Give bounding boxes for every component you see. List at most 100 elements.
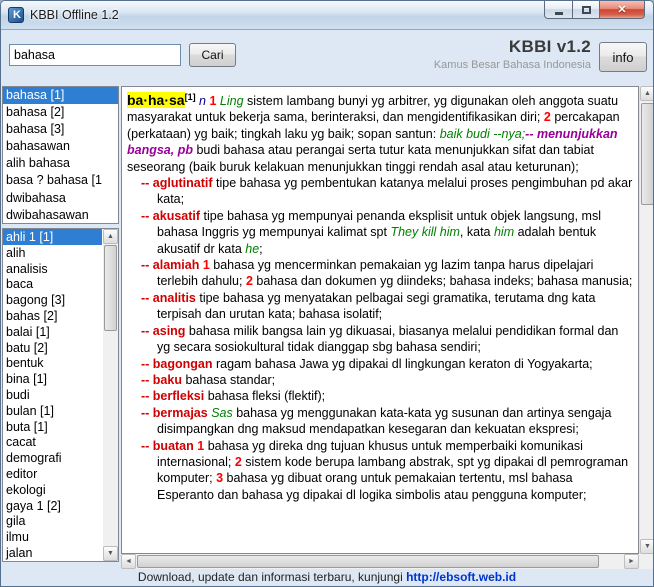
- definition-scrollbar-vertical[interactable]: ▲ ▼: [639, 86, 653, 554]
- subentry-paragraph: -- akusatif tipe bahasa yg mempunyai pen…: [127, 208, 633, 257]
- list-item[interactable]: batu [2]: [3, 340, 102, 356]
- seg-example: him: [493, 225, 515, 240]
- list-item[interactable]: ilmu: [3, 529, 102, 545]
- definition-panel[interactable]: ba·ha·sa[1] n 1 Ling sistem lambang buny…: [121, 86, 639, 554]
- subentry-paragraph: -- analitis tipe bahasa yg menyatakan pe…: [127, 290, 633, 323]
- seg-pos: n: [195, 94, 210, 108]
- seg-subhead: -- baku: [141, 372, 182, 387]
- list-item[interactable]: bentuk: [3, 355, 102, 371]
- scrollbar-corner: [639, 554, 653, 569]
- list-item[interactable]: balai [1]: [3, 324, 102, 340]
- seg-num: 1: [202, 258, 214, 273]
- list-item[interactable]: bulan [1]: [3, 403, 102, 419]
- list-item[interactable]: gila: [3, 513, 102, 529]
- list-item[interactable]: buta [1]: [3, 419, 102, 435]
- definition-scrollbar-horizontal[interactable]: ◄ ►: [121, 554, 639, 569]
- list-item[interactable]: dwibahasa: [3, 190, 118, 207]
- list-item[interactable]: bahasa [2]: [3, 104, 118, 121]
- footer: Download, update dan informasi terbaru, …: [1, 570, 653, 584]
- list-item[interactable]: editor: [3, 466, 102, 482]
- list-item[interactable]: bahasa [1]: [3, 87, 118, 105]
- search-input[interactable]: [9, 44, 181, 66]
- seg-subhead: -- asing: [141, 323, 186, 338]
- list-item[interactable]: cacat: [3, 434, 102, 450]
- scroll-left-icon[interactable]: ◄: [121, 554, 136, 569]
- seg-example: They kill him: [390, 225, 460, 240]
- scroll-right-icon[interactable]: ►: [624, 554, 639, 569]
- seg-label: Ling: [219, 94, 248, 108]
- seg-plain: bahasa milik bangsa lain yg dikuasai, bi…: [157, 323, 619, 355]
- subentry-paragraph: -- baku bahasa standar;: [127, 372, 633, 388]
- list-item[interactable]: analisis: [3, 261, 102, 277]
- list-item[interactable]: budi: [3, 387, 102, 403]
- app-title: KBBI v1.2: [508, 37, 591, 56]
- secondary-list-items: ahli 1 [1] alih analisis baca bagong [3] baha…: [3, 229, 102, 561]
- subentry-paragraph: -- buatan 1 bahasa yg direka dng tujuan …: [127, 438, 633, 504]
- app-subtitle: Kamus Besar Bahasa Indonesia: [433, 59, 591, 71]
- list-item[interactable]: bina [1]: [3, 371, 102, 387]
- list-item[interactable]: alih bahasa: [3, 155, 118, 172]
- seg-plain: , kata: [459, 225, 494, 240]
- list-item[interactable]: basa ? bahasa [1: [3, 172, 118, 189]
- info-button[interactable]: info: [599, 42, 647, 72]
- seg-num: 1: [209, 94, 220, 108]
- secondary-list-scrollbar[interactable]: ▲ ▼: [103, 229, 118, 561]
- list-item[interactable]: baca: [3, 276, 102, 292]
- close-button[interactable]: ✕: [600, 1, 645, 19]
- seg-plain: bahasa fleksi (flektif);: [204, 389, 326, 404]
- app-icon: [8, 7, 24, 23]
- scroll-down-icon[interactable]: ▼: [103, 546, 118, 561]
- primary-list-items: bahasa [1] bahasa [2] bahasa [3] bahasawan a…: [3, 87, 118, 223]
- footer-link[interactable]: http://ebsoft.web.id: [406, 570, 516, 584]
- brand-block: KBBI v1.2 Kamus Besar Bahasa Indonesia: [434, 37, 591, 71]
- subentry-paragraph: -- bagongan ragam bahasa Jawa yg dipakai…: [127, 356, 633, 372]
- list-item[interactable]: ekologi: [3, 482, 102, 498]
- list-item[interactable]: gaya 1 [2]: [3, 498, 102, 514]
- window-controls: ✕: [544, 1, 645, 19]
- seg-subhead: -- akusatif: [141, 208, 201, 223]
- seg-plain: bahasa standar;: [181, 372, 276, 387]
- minimize-button[interactable]: [544, 1, 573, 19]
- seg-plain: tipe bahasa yg pembentukan katanya melal…: [157, 176, 633, 207]
- seg-num: 2: [245, 274, 257, 289]
- scroll-down-icon[interactable]: ▼: [640, 539, 653, 554]
- list-item[interactable]: bahasawan: [3, 138, 118, 155]
- titlebar[interactable]: KBBI Offline 1.2 ✕: [1, 1, 653, 30]
- secondary-list-scrollbar-thumb[interactable]: [104, 245, 117, 331]
- seg-example: he: [245, 241, 260, 256]
- subentry-paragraph: -- alamiah 1 bahasa yg mencerminkan pema…: [127, 257, 633, 290]
- definition-scrollbar-thumb[interactable]: [641, 103, 653, 205]
- seg-plain: tipe bahasa yg menyatakan pelbagai segi …: [157, 290, 596, 322]
- list-item[interactable]: bahasa [3]: [3, 121, 118, 138]
- list-item[interactable]: dwibahasawan: [3, 207, 118, 223]
- seg-label: Sas: [211, 405, 237, 420]
- seg-num: 2: [234, 454, 246, 469]
- list-item[interactable]: bagong [3]: [3, 292, 102, 308]
- seg-example: baik budi --nya;: [439, 126, 526, 141]
- seg-num: 2: [543, 110, 555, 125]
- definition-paragraph: ba·ha·sa[1] n 1 Ling sistem lambang buny…: [127, 89, 633, 175]
- seg-subhead: -- buatan: [141, 438, 194, 453]
- seg-subhead: -- aglutinatif: [141, 176, 213, 191]
- primary-list[interactable]: bahasa [1] bahasa [2] bahasa [3] bahasawan a…: [2, 86, 119, 224]
- list-item[interactable]: bahas [2]: [3, 308, 102, 324]
- seg-subhead: -- berfleksi: [141, 389, 205, 404]
- seg-subhead: -- alamiah: [141, 258, 200, 273]
- seg-plain: budi bahasa atau perangai serta tutur ka…: [127, 143, 594, 174]
- list-item[interactable]: ahli 1 [1]: [3, 229, 102, 245]
- scroll-up-icon[interactable]: ▲: [103, 229, 118, 244]
- seg-num: 3: [216, 471, 227, 486]
- definition-hscrollbar-thumb[interactable]: [137, 555, 599, 568]
- scroll-up-icon[interactable]: ▲: [640, 86, 653, 101]
- secondary-list[interactable]: ahli 1 [1] alih analisis baca bagong [3] baha…: [2, 228, 119, 562]
- list-item[interactable]: jalan: [3, 545, 102, 561]
- window-title: KBBI Offline 1.2: [30, 8, 119, 22]
- app-window: KBBI Offline 1.2 ✕ Cari KBBI v1.2 Kamus …: [0, 0, 654, 587]
- close-icon: ✕: [617, 4, 627, 16]
- search-button[interactable]: Cari: [189, 43, 236, 67]
- maximize-button[interactable]: [573, 1, 600, 19]
- list-item[interactable]: demografi: [3, 450, 102, 466]
- list-item[interactable]: alih: [3, 245, 102, 261]
- seg-headword: ba·ha·sa: [127, 92, 185, 108]
- subentry-paragraph: -- asing bahasa milik bangsa lain yg dik…: [127, 323, 633, 356]
